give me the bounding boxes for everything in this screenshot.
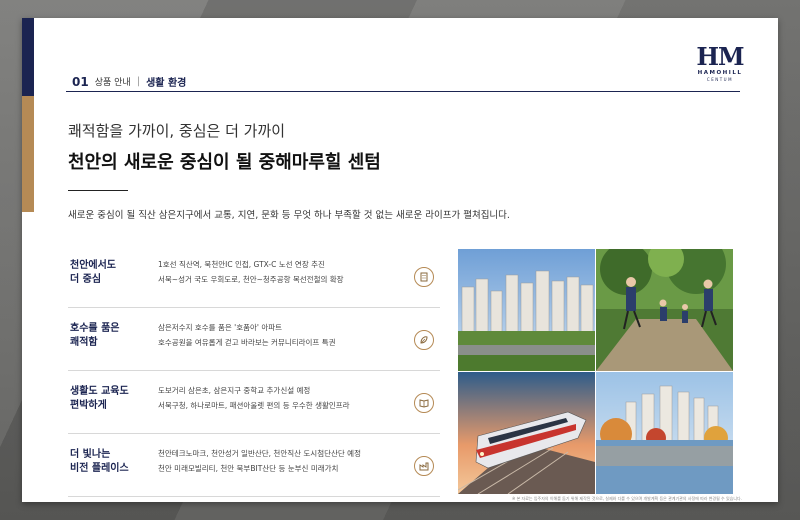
section-name: 상품 안내 [94,78,131,88]
breadcrumb-separator: | [136,76,141,87]
feature-title: 생활도 교육도 편박하게 [70,386,129,411]
headline-sub: 쾌적함을 가까이, 중심은 더 가까이 [68,122,286,140]
headline-main: 천안의 새로운 중심이 될 중해마루힐 센텀 [68,152,381,173]
factory-icon [414,456,434,476]
logo-mark: HM [696,42,744,71]
intro-text: 새로운 중심이 될 직산 삼은지구에서 교통, 지연, 문화 등 무엇 하나 부… [68,210,510,221]
photo-lake-city [596,372,733,494]
feature-title: 천안에서도 더 중심 [70,260,116,285]
feature-title: 호수를 품은 쾌적함 [70,323,120,348]
current-page: 생활 환경 [146,78,187,89]
photo-grid [458,249,733,494]
feature-line: 서북구청, 하나로마트, 패션아울렛 편의 등 우수한 생활인프라 [158,401,350,410]
feature-desc: 삼은저수지 호수를 품은 '호품아' 아파트 호수공원을 여유롭게 걷고 바라보… [158,320,398,350]
feature-line: 삼은저수지 호수를 품은 '호품아' 아파트 [158,323,283,332]
feature-line: 도보거리 삼은초, 삼은지구 중학교 추가신설 예정 [158,386,311,395]
photo-high-speed-train [458,372,595,494]
book-icon [414,393,434,413]
headline-rule [68,190,128,191]
photo-park-runners [596,249,733,371]
section-number: 01 [72,74,89,89]
feature-line: 서북~성거 국도 우회도로, 천안~청주공항 복선전철의 확장 [158,275,344,284]
feature-row: 호수를 품은 쾌적함 삼은저수지 호수를 품은 '호품아' 아파트 호수공원을 … [68,308,440,371]
building-icon [414,267,434,287]
accent-bar-navy [22,18,34,96]
feature-title: 더 빛나는 비전 플레이스 [70,449,129,474]
breadcrumb: 01 상품 안내 | 생활 환경 [72,74,187,90]
feature-row: 더 빛나는 비전 플레이스 천안테크노마크, 천안성거 일반산단, 천안직산 도… [68,434,440,497]
feature-list: 천안에서도 더 중심 1호선 직산역, 북천안IC 인접, GTX-C 노선 연… [68,245,440,497]
leaf-icon [414,330,434,350]
feature-row: 천안에서도 더 중심 1호선 직산역, 북천안IC 인접, GTX-C 노선 연… [68,245,440,308]
header-divider [66,91,740,92]
feature-desc: 1호선 직산역, 북천안IC 인접, GTX-C 노선 연장 추진 서북~성거 … [158,257,398,287]
feature-line: 천안 미래모빌리티, 천안 북부BIT산단 등 눈부신 미래가치 [158,464,339,473]
feature-desc: 도보거리 삼은초, 삼은지구 중학교 추가신설 예정 서북구청, 하나로마트, … [158,383,398,413]
footnote: ※ 본 자료는 입주자의 이해를 돕기 위해 제작된 것으로, 실제와 다를 수… [511,496,742,501]
feature-row: 생활도 교육도 편박하게 도보거리 삼은초, 삼은지구 중학교 추가신설 예정 … [68,371,440,434]
logo-wordmark: HAMOHILL [697,70,743,76]
feature-line: 1호선 직산역, 북천안IC 인접, GTX-C 노선 연장 추진 [158,260,325,269]
photo-apartment-complex [458,249,595,371]
feature-line: 호수공원을 여유롭게 걷고 바라보는 커뮤니티라이프 특권 [158,338,336,347]
logo-subtitle: CENTUM [706,77,734,82]
accent-bar-gold [22,96,34,212]
brand-logo: HM HAMOHILL CENTUM [694,42,746,83]
feature-line: 천안테크노마크, 천안성거 일반산단, 천안직산 도시첨단산단 예정 [158,449,361,458]
brochure-page: 01 상품 안내 | 생활 환경 HM HAMOHILL CENTUM 쾌적함을… [22,18,778,502]
feature-desc: 천안테크노마크, 천안성거 일반산단, 천안직산 도시첨단산단 예정 천안 미래… [158,446,398,476]
